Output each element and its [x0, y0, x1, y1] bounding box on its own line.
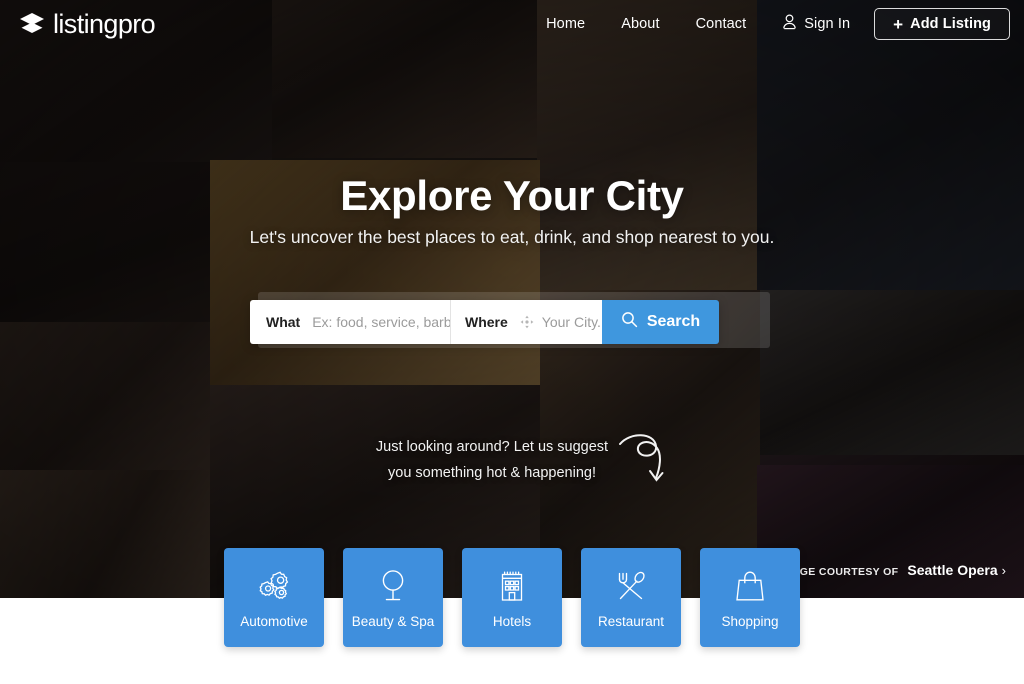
brand-logo[interactable]: listingpro	[18, 8, 156, 40]
locate-crosshair-icon[interactable]	[520, 315, 534, 329]
gears-icon	[256, 566, 292, 606]
category-tiles: Automotive Beauty & Spa Hotels Restauran…	[0, 548, 1024, 648]
nav-item-about[interactable]: About	[603, 16, 677, 32]
hero-content: Explore Your City Let's uncover the best…	[0, 0, 1024, 598]
site-header: listingpro Home About Contact Sign In + …	[0, 0, 1024, 48]
user-icon	[782, 14, 804, 34]
fork-spoon-icon	[614, 566, 648, 606]
layers-icon	[18, 10, 46, 38]
add-listing-button[interactable]: + Add Listing	[874, 8, 1010, 40]
category-tile-label: Beauty & Spa	[351, 614, 435, 629]
plus-icon: +	[893, 14, 904, 34]
category-tile-restaurant[interactable]: Restaurant	[581, 548, 681, 647]
search-what-input[interactable]: Ex: food, service, barber,	[312, 314, 450, 330]
add-listing-label: Add Listing	[910, 16, 991, 32]
search-what-field[interactable]: What Ex: food, service, barber,	[250, 300, 450, 344]
suggestion-line-2: you something hot & happening!	[388, 465, 596, 481]
building-icon	[496, 566, 528, 606]
category-tile-shopping[interactable]: Shopping	[700, 548, 800, 647]
sign-in-link[interactable]: Sign In	[764, 14, 868, 34]
shopping-bag-icon	[734, 566, 766, 606]
search-where-input[interactable]: Your City...	[542, 314, 602, 330]
category-tile-label: Restaurant	[597, 614, 665, 629]
main-navigation: Home About Contact Sign In + Add Listing	[528, 8, 1010, 40]
suggestion-line-1: Just looking around? Let us suggest	[375, 439, 609, 455]
suggestion-text: Just looking around? Let us suggest you …	[372, 434, 612, 486]
hero-section: listingpro Home About Contact Sign In + …	[0, 0, 1024, 598]
category-tile-automotive[interactable]: Automotive	[224, 548, 324, 647]
page-title: Explore Your City	[340, 172, 684, 219]
category-tile-label: Shopping	[721, 614, 779, 629]
curved-arrow-icon	[614, 430, 670, 495]
mirror-icon	[377, 566, 409, 606]
nav-item-home[interactable]: Home	[528, 16, 603, 32]
nav-item-contact[interactable]: Contact	[678, 16, 765, 32]
search-button-label: Search	[646, 313, 701, 330]
search-what-label: What	[266, 314, 301, 330]
sign-in-label: Sign In	[804, 16, 851, 32]
search-where-label: Where	[465, 314, 508, 330]
category-tile-beauty-spa[interactable]: Beauty & Spa	[343, 548, 443, 647]
search-button[interactable]: Search	[602, 300, 719, 344]
hero-subtitle: Let's uncover the best places to eat, dr…	[249, 227, 775, 247]
category-tile-hotels[interactable]: Hotels	[462, 548, 562, 647]
search-bar: What Ex: food, service, barber, Where Yo…	[250, 300, 719, 344]
category-tile-label: Hotels	[492, 614, 532, 629]
magnifier-icon	[621, 311, 647, 333]
brand-name: listingpro	[53, 8, 156, 39]
search-where-field[interactable]: Where Your City...	[450, 300, 602, 344]
category-tile-label: Automotive	[240, 614, 308, 629]
